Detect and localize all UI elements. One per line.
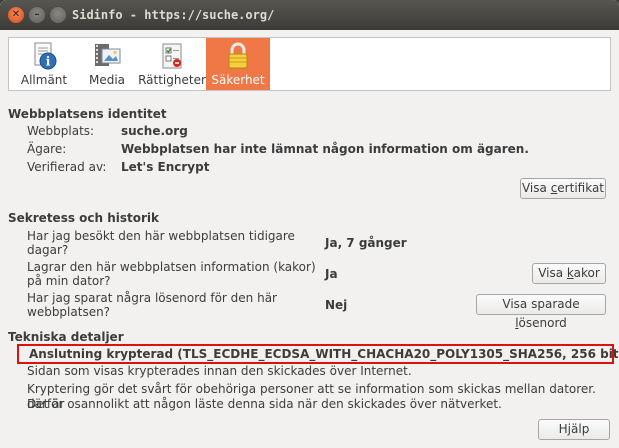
page-info-window: ✕ – Sidinfo - https://suche.org/ i Allmä… — [0, 0, 619, 448]
owner-label: Ägare: — [27, 142, 67, 156]
verified-label: Verifierad av: — [27, 160, 107, 174]
privacy-heading: Sekretess och historik — [8, 211, 160, 225]
cookies-answer: Ja — [325, 267, 338, 281]
owner-value: Webbplatsen har inte lämnat någon inform… — [121, 142, 529, 156]
tab-general-label: Allmänt — [20, 73, 68, 87]
tab-media[interactable]: Media — [76, 38, 138, 90]
padlock-icon — [228, 42, 248, 69]
visited-question: Har jag besökt den här webbplatsen tidig… — [27, 229, 295, 257]
window-title: Sidinfo - https://suche.org/ — [72, 8, 275, 22]
tab-media-label: Media — [88, 73, 126, 87]
view-saved-passwords-button[interactable]: Visa sparade lösenord — [476, 294, 606, 330]
info-document-icon: i — [34, 42, 57, 70]
connection-highlight: Anslutning krypterad (TLS_ECDHE_ECDSA_WI… — [17, 344, 619, 364]
passwords-question: Har jag sparat några lösenord för den hä… — [27, 291, 277, 319]
title-bar[interactable]: ✕ – Sidinfo - https://suche.org/ — [0, 0, 619, 30]
tab-permissions-label: Rättigheter — [138, 73, 206, 87]
encryption-line-1: Sidan som visas krypterades innan den sk… — [27, 364, 412, 378]
tab-permissions[interactable]: Rättigheter — [138, 38, 206, 90]
tab-general[interactable]: i Allmänt — [12, 38, 76, 90]
svg-text:i: i — [46, 55, 51, 69]
encryption-line-3: därför osannolikt att någon läste denna … — [27, 397, 502, 411]
passwords-answer: Nej — [325, 298, 348, 312]
help-button[interactable]: Hjälp — [538, 419, 610, 440]
website-label: Webbplats: — [27, 124, 95, 138]
page-info-tabs: i Allmänt Media Rättigheter Säkerhet — [8, 37, 611, 91]
close-window-button[interactable]: ✕ — [8, 7, 24, 23]
cookies-question: Lagrar den här webbplatsen information (… — [27, 260, 316, 288]
permissions-icon — [162, 43, 182, 69]
tab-security[interactable]: Säkerhet — [206, 38, 270, 90]
visited-answer: Ja, 7 gånger — [325, 236, 407, 250]
view-cookies-button[interactable]: Visa kakor — [532, 263, 606, 284]
view-certificate-button[interactable]: Visa certifikat — [520, 178, 606, 199]
verified-value: Let's Encrypt — [121, 160, 210, 174]
maximize-window-button[interactable] — [50, 7, 66, 23]
technical-heading: Tekniska detaljer — [8, 330, 124, 344]
website-value: suche.org — [121, 124, 188, 138]
connection-encrypted-text: Anslutning krypterad (TLS_ECDHE_ECDSA_WI… — [29, 347, 619, 361]
identity-heading: Webbplatsens identitet — [8, 107, 167, 121]
minimize-window-button[interactable]: – — [29, 7, 45, 23]
film-image-icon — [95, 44, 121, 66]
tab-security-label: Säkerhet — [211, 73, 265, 87]
